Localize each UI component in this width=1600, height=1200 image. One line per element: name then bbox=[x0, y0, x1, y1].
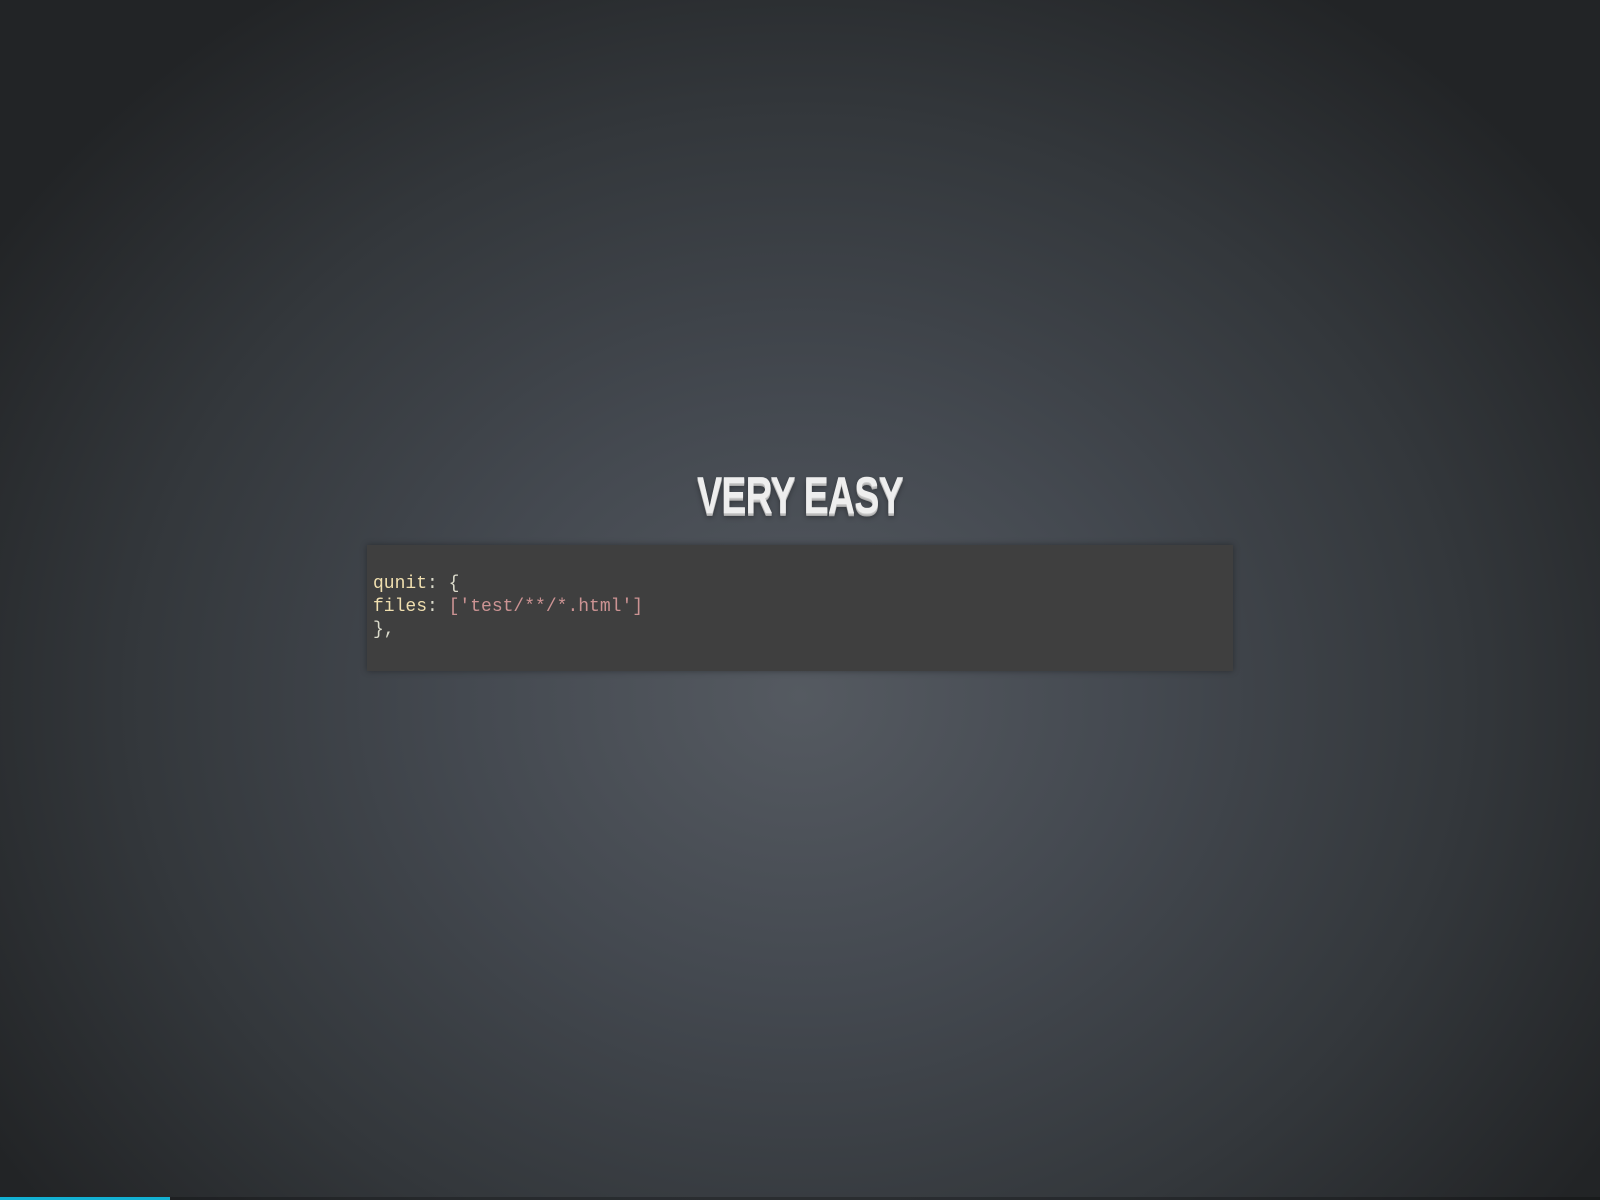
slide-title: VERY EASY bbox=[697, 467, 903, 525]
code-token-punct: : bbox=[427, 597, 449, 617]
code-token-punct: : { bbox=[427, 574, 460, 594]
code-block: qunit: { files: ['test/**/*.html'] }, bbox=[367, 545, 1233, 671]
code-token-key: files bbox=[373, 597, 428, 617]
code-token-punct: }, bbox=[373, 620, 395, 640]
code-line-2: files: ['test/**/*.html'] bbox=[373, 596, 1227, 619]
code-token-string: ['test/**/*.html'] bbox=[448, 597, 644, 617]
presentation-slide: VERY EASY qunit: { files: ['test/**/*.ht… bbox=[0, 0, 1600, 1200]
code-line-3: }, bbox=[373, 619, 1227, 642]
code-token-key: qunit bbox=[373, 574, 428, 594]
code-line-1: qunit: { bbox=[373, 573, 1227, 596]
